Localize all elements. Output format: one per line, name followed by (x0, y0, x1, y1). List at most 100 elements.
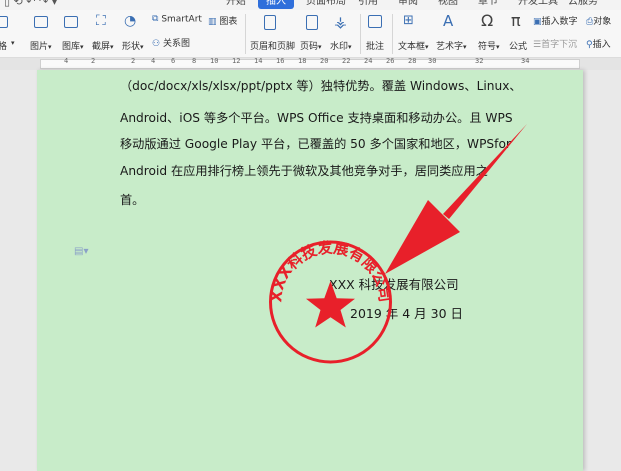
ruler-tick-label: 16 (276, 58, 285, 65)
ruler-tick-label: 28 (408, 58, 417, 65)
insert-link-label: 插入 (592, 40, 611, 50)
watermark-button[interactable]: 水印▾ (330, 39, 352, 52)
smartart-icon: ⧉ (152, 14, 159, 24)
symbol-dropdown-icon: ▾ (496, 43, 500, 51)
ruler-tick-label: 32 (475, 58, 484, 65)
object-label: 对象 (593, 17, 612, 27)
tab-page-layout[interactable]: 页面布局 (298, 0, 354, 9)
picture-button[interactable]: 图片▾ (30, 39, 52, 52)
relation-icon: ⚇ (152, 38, 161, 49)
ruler-tick-label: 14 (254, 58, 263, 65)
red-arrow-annotation (385, 124, 527, 274)
wordart-button[interactable]: 艺术字▾ (436, 39, 467, 52)
table-label-partial[interactable]: 格 (0, 39, 7, 52)
symbol-button[interactable]: 符号▾ (478, 39, 500, 52)
shape-icon[interactable]: ◔ (124, 13, 136, 29)
screenshot-icon[interactable]: ⛶ (96, 13, 106, 29)
tab-home[interactable]: 开始 (218, 0, 254, 9)
first-drop-label: 首字下沉 (541, 40, 578, 50)
gallery-button[interactable]: 图库▾ (62, 39, 84, 52)
ruler-tick-label: 22 (342, 58, 351, 65)
tab-developer[interactable]: 开发工具 (510, 0, 566, 9)
chart-button[interactable]: ▥ 图表 (208, 14, 237, 28)
header-footer-button[interactable]: 页眉和页脚 (250, 39, 295, 52)
formula-button[interactable]: 公式 (509, 39, 527, 52)
object-button[interactable]: ⎙对象 (586, 14, 611, 27)
ruler-tick-label: 34 (521, 58, 530, 65)
screenshot-dropdown-icon: ▾ (110, 43, 114, 51)
gallery-dropdown-icon: ▾ (80, 43, 84, 51)
screenshot-button[interactable]: 截屏▾ (92, 39, 114, 52)
wordart-dropdown-icon: ▾ (463, 43, 467, 51)
shape-label: 形状 (122, 42, 141, 52)
page-number-button[interactable]: 页码▾ (300, 39, 322, 52)
textbox-label: 文本框 (398, 42, 426, 52)
horizontal-ruler[interactable]: 4 2 2 4 6 8 10 12 14 16 18 20 22 24 26 2… (0, 58, 621, 70)
comment-icon[interactable] (368, 15, 382, 28)
document-canvas[interactable]: （doc/docx/xls/xlsx/ppt/pptx 等）独特优势。覆盖 Wi… (0, 70, 621, 471)
quick-access-icons[interactable]: ▯ ⟲ ↶ ↷ ▾ (4, 0, 57, 8)
tab-view[interactable]: 视图 (430, 0, 466, 9)
insert-number-button[interactable]: ▣插入数字 (533, 14, 578, 27)
ruler-tick-label: 24 (364, 58, 373, 65)
page-number-dropdown-icon: ▾ (318, 43, 322, 51)
wordart-icon[interactable]: A (443, 12, 453, 30)
picture-icon[interactable] (34, 16, 48, 28)
ruler-tick-label: 18 (298, 58, 307, 65)
watermark-icon[interactable]: ⚶ (334, 13, 347, 31)
tab-cloud-service[interactable]: 云服务 (560, 0, 606, 9)
smartart-button[interactable]: ⧉ SmartArt (152, 14, 202, 25)
insert-ribbon: ⛶ ◔ ⧉ SmartArt ▥ 图表 ⚇ 关系图 格 ▾ 图片▾ 图库▾ 截屏… (0, 10, 621, 58)
table-dropdown-icon[interactable]: ▾ (11, 39, 15, 47)
symbol-label: 符号 (478, 42, 497, 52)
textbox-icon[interactable]: ⊞ (403, 13, 414, 28)
tab-insert[interactable]: 插入 (258, 0, 294, 9)
header-footer-icon[interactable] (264, 15, 276, 30)
ruler-tick-label: 10 (210, 58, 219, 65)
page-number-icon[interactable] (306, 15, 318, 30)
company-seal-stamp[interactable]: XXX科技发展有限公司 (267, 238, 394, 364)
ruler-tick-label: 4 (151, 58, 156, 65)
symbol-icon[interactable]: Ω (481, 11, 493, 30)
first-drop-icon: ☰ (533, 40, 542, 50)
screenshot-label: 截屏 (92, 42, 111, 52)
ruler-tick-label: 20 (320, 58, 329, 65)
tab-references[interactable]: 引用 (350, 0, 386, 9)
ruler-tick-label: 4 (64, 58, 69, 65)
textbox-dropdown-icon: ▾ (425, 43, 429, 51)
insert-link-button[interactable]: ⚲插入 (586, 37, 611, 50)
relation-label: 关系图 (162, 39, 190, 49)
table-icon[interactable] (0, 16, 8, 28)
ruler-tick-label: 6 (171, 58, 176, 65)
textbox-button[interactable]: 文本框▾ (398, 39, 429, 52)
smartart-label: SmartArt (161, 14, 202, 25)
first-drop-button[interactable]: ☰首字下沉 (533, 37, 577, 50)
formula-icon[interactable]: π (511, 11, 521, 30)
ribbon-divider (360, 14, 361, 54)
shape-dropdown-icon: ▾ (140, 43, 144, 51)
ruler-tick-label: 26 (386, 58, 395, 65)
ribbon-divider (245, 14, 246, 54)
link-icon: ⚲ (586, 40, 593, 50)
tab-section[interactable]: 章节 (470, 0, 506, 9)
watermark-dropdown-icon: ▾ (348, 43, 352, 51)
insert-number-label: 插入数字 (541, 17, 578, 27)
ruler-tick-label: 2 (131, 58, 136, 65)
ribbon-tab-bar: ▯ ⟲ ↶ ↷ ▾ 开始 插入 页面布局 引用 审阅 视图 章节 开发工具 云服… (0, 0, 621, 10)
chart-icon: ▥ (208, 16, 217, 27)
ribbon-divider (392, 14, 393, 54)
page-number-label: 页码 (300, 42, 319, 52)
ruler-tick-label: 12 (232, 58, 241, 65)
insert-number-icon: ▣ (533, 17, 542, 27)
tab-review[interactable]: 审阅 (390, 0, 426, 9)
wordart-label: 艺术字 (436, 42, 464, 52)
ruler-tick-label: 8 (192, 58, 197, 65)
arrow-shaft (443, 124, 527, 219)
gallery-icon[interactable] (64, 16, 78, 28)
ruler-tick-label: 2 (91, 58, 96, 65)
picture-label: 图片 (30, 42, 49, 52)
shape-button[interactable]: 形状▾ (122, 39, 144, 52)
comment-button[interactable]: 批注 (366, 39, 384, 52)
ruler-track (40, 59, 580, 69)
relation-button[interactable]: ⚇ 关系图 (152, 36, 190, 50)
